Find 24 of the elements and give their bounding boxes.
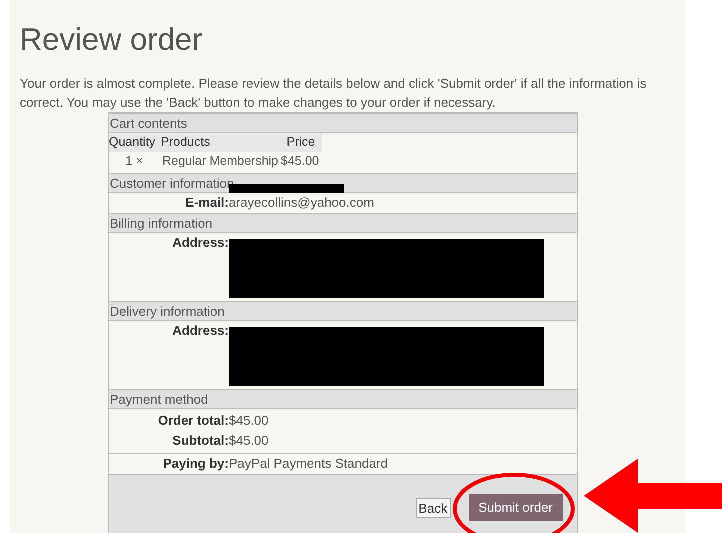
field-value: arayecollins@yahoo.com [229, 195, 374, 210]
field-label: Address: [172, 322, 229, 340]
section-header: Cart contents [109, 113, 577, 133]
field-label: E-mail: [186, 194, 229, 212]
field-value: PayPal Payments Standard [229, 456, 388, 471]
table-cell-text: 1 × [124, 153, 144, 170]
table-cell-text: $45.00 [281, 153, 320, 170]
table-cell-text: Regular Membership [161, 153, 280, 170]
column-header: Products [160, 134, 212, 151]
back-button[interactable]: Back [416, 498, 451, 518]
section-header: Billing information [109, 213, 577, 233]
column-header: Price [286, 134, 316, 151]
column-header: Quantity [109, 134, 157, 151]
field-label: Subtotal: [172, 432, 229, 450]
field-label: Paying by: [163, 455, 229, 473]
page-title: Review order [20, 21, 204, 59]
submit-order-button[interactable]: Submit order [468, 494, 563, 521]
field-label: Address: [172, 234, 229, 252]
field-value: $45.00 [229, 433, 269, 448]
intro-text: Your order is almost complete. Please review the details below and click 'Submit order' if all the information is correct. You may use the 'Back' button to make changes to your order if necessary. [20, 75, 648, 112]
section-header: Payment method [109, 389, 577, 409]
section-header: Delivery information [109, 301, 577, 321]
field-label: Order total: [158, 412, 229, 430]
field-value: $45.00 [229, 413, 269, 428]
